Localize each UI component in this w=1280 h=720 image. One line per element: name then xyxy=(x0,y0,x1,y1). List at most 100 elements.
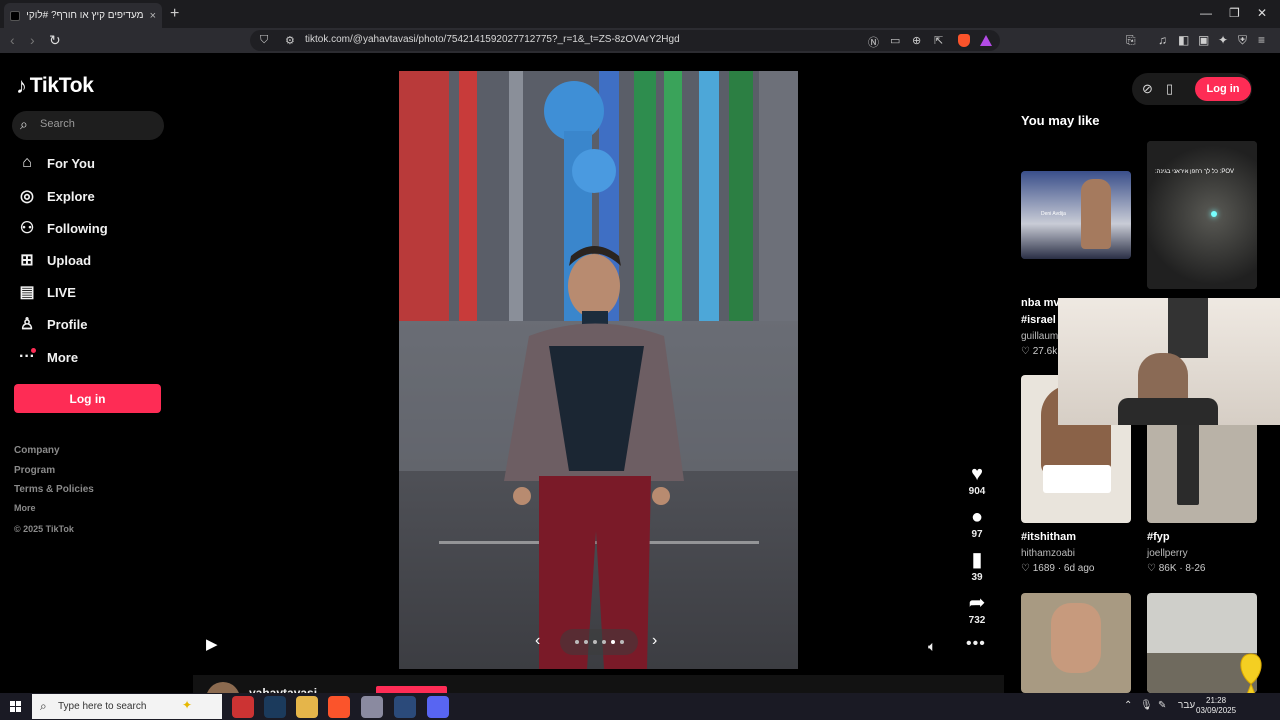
footer-program[interactable]: Program xyxy=(14,465,55,476)
forward-icon[interactable]: › xyxy=(30,32,35,48)
close-window-icon[interactable]: ✕ xyxy=(1257,6,1267,20)
follow-button[interactable] xyxy=(376,686,447,693)
suggested-thumb-5[interactable] xyxy=(1021,593,1131,693)
compass-icon: ◎ xyxy=(20,188,34,205)
search-box[interactable]: ⌕ xyxy=(12,111,164,140)
nav-more[interactable]: ··· More xyxy=(16,345,166,369)
restore-icon[interactable]: ❐ xyxy=(1229,6,1240,20)
login-button[interactable]: Log in xyxy=(14,384,161,413)
card-meta: ♡ 86K · 8-26 xyxy=(1147,563,1206,574)
slide-dot[interactable] xyxy=(584,640,588,644)
zoom-icon[interactable]: ⊕ xyxy=(912,34,921,47)
nav-label: For You xyxy=(47,155,95,171)
new-tab-button[interactable]: + xyxy=(170,5,179,23)
brave-rewards-icon[interactable] xyxy=(980,35,992,46)
card-caption[interactable]: #fyp xyxy=(1147,531,1170,543)
url-text[interactable]: tiktok.com/@yahavtavasi/photo/7542141592… xyxy=(305,34,680,45)
heart-icon: ♥ xyxy=(971,463,983,485)
card-hashtag[interactable]: #israel xyxy=(1021,314,1056,326)
slide-dot[interactable] xyxy=(593,640,597,644)
minimize-icon[interactable]: — xyxy=(1200,6,1212,20)
taskbar-search[interactable]: ⌕ Type here to search ✦ xyxy=(32,694,222,719)
card-author[interactable]: joellperry xyxy=(1147,548,1188,559)
volume-icon[interactable]: 🔈︎ xyxy=(928,638,936,655)
nav-label: Upload xyxy=(47,252,92,268)
share-arrow-icon: ➦ xyxy=(968,592,986,614)
tab-close-icon[interactable]: × xyxy=(150,10,156,22)
tray-arrow-icon[interactable]: ⌃ xyxy=(1124,700,1132,711)
next-slide-icon[interactable]: › xyxy=(652,632,657,650)
browser-toolbar: ‹ › ↻ ⛉ ⚙ tiktok.com/@yahavtavasi/photo/… xyxy=(0,28,1280,53)
windows-start-icon[interactable] xyxy=(10,701,21,712)
save-action[interactable]: ▮ 39 xyxy=(958,549,996,583)
nav-explore[interactable]: ◎ Explore xyxy=(16,184,166,208)
slide-dot[interactable] xyxy=(602,640,606,644)
bookmark-icon[interactable]: ⛉ xyxy=(260,34,268,47)
live-icon: ▤ xyxy=(19,284,35,301)
more-options-icon[interactable]: ••• xyxy=(966,635,986,653)
taskbar-app-6-icon[interactable] xyxy=(394,696,416,718)
slide-dot[interactable] xyxy=(620,640,624,644)
nav-upload[interactable]: ⊞ Upload xyxy=(16,248,166,272)
thumb-image xyxy=(1021,171,1131,259)
leo-icon[interactable]: ✦ xyxy=(1218,33,1228,47)
translate-icon[interactable]: Ⓝ xyxy=(868,34,879,50)
card-author[interactable]: guillaum xyxy=(1021,331,1058,342)
coins-icon[interactable]: ⊘ xyxy=(1142,81,1153,97)
footer-more[interactable]: More xyxy=(14,503,36,513)
share-action[interactable]: ➦ 732 xyxy=(958,592,996,626)
browser-tab[interactable]: מעדיפים קיץ או חורף? #לוקים # × xyxy=(4,3,162,28)
login-button-top[interactable]: Log in xyxy=(1195,77,1251,101)
tiktok-logo[interactable]: ♪ TikTok xyxy=(16,73,94,99)
steam-icon[interactable] xyxy=(264,696,286,718)
card-author[interactable]: hithamzoabi xyxy=(1021,548,1075,559)
post-photo[interactable] xyxy=(399,71,798,669)
nav-live[interactable]: ▤ LIVE xyxy=(16,280,166,304)
reload-icon[interactable]: ↻ xyxy=(49,32,61,49)
taskbar-app-5-icon[interactable] xyxy=(361,696,383,718)
discord-icon[interactable] xyxy=(427,696,449,718)
screenshot-icon[interactable]: ⎘ xyxy=(1126,33,1136,48)
slide-dot[interactable] xyxy=(575,640,579,644)
share-count: 732 xyxy=(968,615,986,626)
sidebar-icon[interactable]: ◧ xyxy=(1178,33,1189,47)
post-photo-image xyxy=(399,71,798,669)
language-indicator[interactable]: עבר xyxy=(1178,700,1195,711)
menu-icon[interactable]: ≡ xyxy=(1258,33,1265,47)
footer-terms[interactable]: Terms & Policies xyxy=(14,484,94,495)
previous-slide-icon[interactable]: ‹ xyxy=(535,632,540,650)
play-icon[interactable]: ▶ xyxy=(206,635,218,653)
author-name[interactable]: yahavtavasi xyxy=(249,686,317,693)
vpn-icon[interactable]: ⛨ xyxy=(1238,33,1247,48)
brave-shields-icon[interactable] xyxy=(958,34,970,47)
system-clock[interactable]: 21:28 03/09/2025 xyxy=(1196,696,1236,716)
address-bar[interactable]: ⛉ ⚙ tiktok.com/@yahavtavasi/photo/754214… xyxy=(250,30,1000,51)
suggested-thumb-2[interactable]: POV: כל לך רחפן איראני בגינה: xyxy=(1147,141,1257,289)
back-icon[interactable]: ‹ xyxy=(10,32,15,48)
file-explorer-icon[interactable] xyxy=(296,696,318,718)
tab-title: מעדיפים קיץ או חורף? #לוקים # xyxy=(26,10,144,21)
share-icon[interactable]: ⇱ xyxy=(934,34,943,47)
site-info-icon[interactable]: ⚙ xyxy=(285,34,295,47)
nav-following[interactable]: ⚇ Following xyxy=(16,216,166,240)
pen-icon[interactable]: ✎ xyxy=(1158,700,1166,711)
card-caption[interactable]: nba mv xyxy=(1021,297,1060,309)
search-input[interactable] xyxy=(40,118,155,130)
footer-company[interactable]: Company xyxy=(14,445,60,456)
suggested-thumb-1[interactable]: Deni Avdija xyxy=(1021,171,1131,259)
cast-icon[interactable]: ▭ xyxy=(890,34,900,47)
mic-icon[interactable]: 🎙︎ xyxy=(1140,700,1153,711)
slide-dot[interactable] xyxy=(611,640,615,644)
thumb-image-caption-box xyxy=(1043,465,1111,493)
brave-browser-icon[interactable] xyxy=(328,696,350,718)
taskbar-app-1-icon[interactable] xyxy=(232,696,254,718)
nav-profile[interactable]: ♙ Profile xyxy=(16,312,166,336)
card-caption[interactable]: #itshitham xyxy=(1021,531,1076,543)
music-icon[interactable]: ♫ xyxy=(1158,33,1167,47)
wallet-icon[interactable]: ▣ xyxy=(1198,33,1209,47)
comment-action[interactable]: ● 97 xyxy=(958,506,996,540)
phone-icon[interactable]: ▯ xyxy=(1166,81,1173,97)
like-action[interactable]: ♥ 904 xyxy=(958,463,996,497)
nav-for-you[interactable]: ⌂ For You xyxy=(16,151,166,175)
search-highlight-icon: ✦ xyxy=(182,698,193,712)
